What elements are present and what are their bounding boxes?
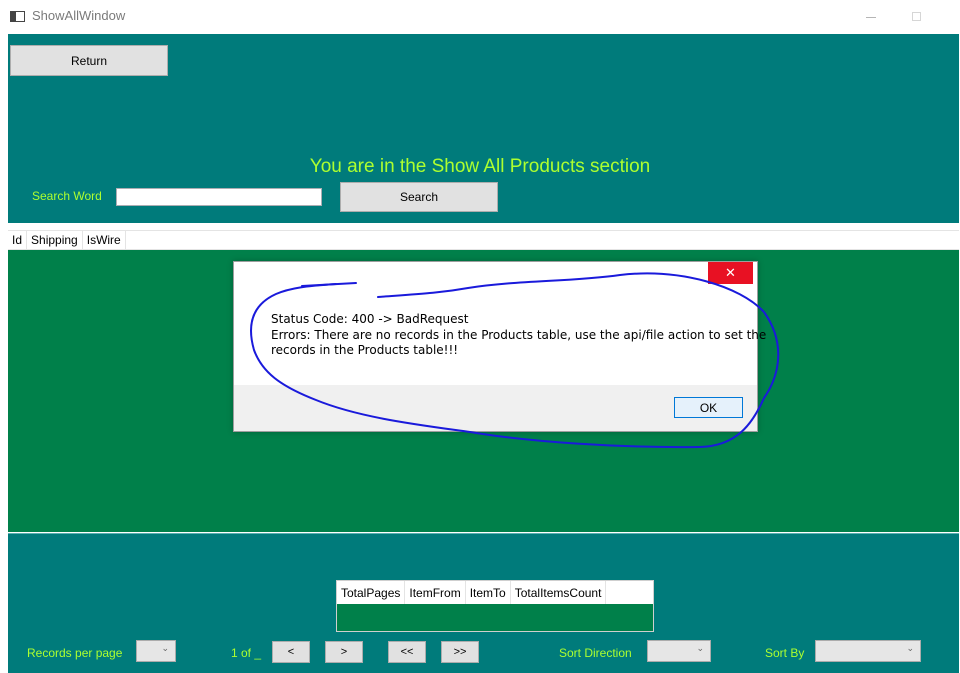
- pager-grid-header: TotalPages ItemFrom ItemTo TotalItemsCou…: [337, 581, 653, 604]
- column-header-iswire[interactable]: IsWire: [83, 231, 126, 249]
- records-per-page-label: Records per page: [27, 646, 123, 660]
- close-icon[interactable]: ✕: [708, 262, 753, 284]
- search-input[interactable]: [116, 188, 322, 206]
- sort-direction-label: Sort Direction: [559, 646, 632, 660]
- column-header-totalitemscount[interactable]: TotalItemsCount: [511, 581, 607, 604]
- error-message: Status Code: 400 -> BadRequest Errors: T…: [271, 312, 767, 359]
- chevron-down-icon: ⌄: [906, 643, 914, 653]
- ok-button[interactable]: OK: [674, 397, 743, 418]
- minimize-button[interactable]: [866, 17, 876, 18]
- return-button[interactable]: Return: [10, 45, 168, 76]
- window-title: ShowAllWindow: [32, 8, 126, 23]
- sort-by-select[interactable]: ⌄: [815, 640, 921, 662]
- sort-direction-select[interactable]: ⌄: [647, 640, 711, 662]
- column-header-totalpages[interactable]: TotalPages: [337, 581, 406, 604]
- error-dialog: ✕ Status Code: 400 -> BadRequest Errors:…: [233, 261, 767, 432]
- chevron-down-icon: ⌄: [161, 643, 169, 653]
- error-message-line: records in the Products table!!!: [271, 343, 459, 357]
- error-message-line: Status Code: 400 -> BadRequest: [271, 312, 469, 326]
- pager-grid: TotalPages ItemFrom ItemTo TotalItemsCou…: [336, 580, 654, 632]
- next-page-button[interactable]: >: [325, 641, 363, 663]
- first-page-button[interactable]: <<: [388, 641, 426, 663]
- error-message-line: Errors: There are no records in the Prod…: [271, 327, 767, 342]
- products-grid-header: Id Shipping IsWire: [8, 230, 959, 250]
- chevron-down-icon: ⌄: [696, 643, 704, 653]
- column-header-shipping[interactable]: Shipping: [27, 231, 83, 249]
- title-bar: ShowAllWindow: [0, 0, 960, 34]
- window-icon: [10, 11, 25, 22]
- search-button[interactable]: Search: [340, 182, 498, 212]
- records-per-page-select[interactable]: ⌄: [136, 640, 176, 662]
- search-label: Search Word: [32, 189, 102, 203]
- maximize-button[interactable]: [912, 12, 921, 21]
- column-header-itemfrom[interactable]: ItemFrom: [405, 581, 466, 604]
- page-indicator: 1 of _: [231, 646, 262, 660]
- last-page-button[interactable]: >>: [441, 641, 479, 663]
- page-title: You are in the Show All Products section: [309, 156, 651, 177]
- sort-by-label: Sort By: [765, 646, 805, 660]
- column-header-id[interactable]: Id: [8, 231, 28, 249]
- prev-page-button[interactable]: <: [272, 641, 310, 663]
- column-header-itemto[interactable]: ItemTo: [466, 581, 511, 604]
